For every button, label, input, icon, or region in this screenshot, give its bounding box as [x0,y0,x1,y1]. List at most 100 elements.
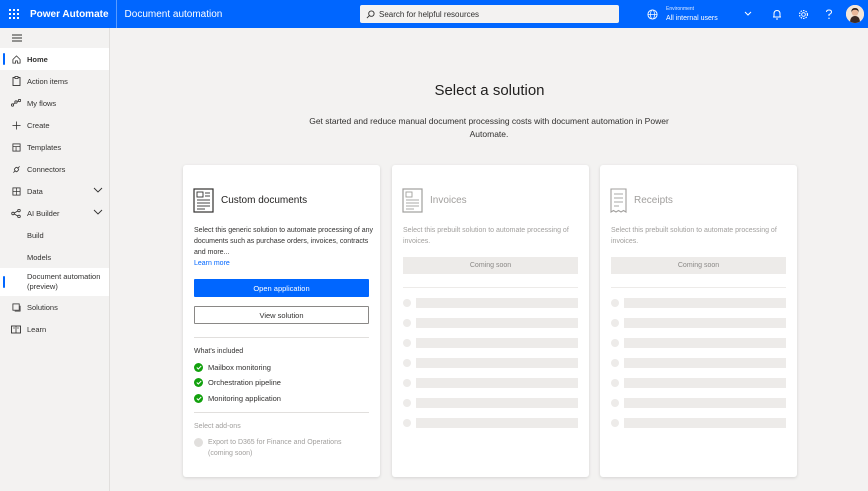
divider [403,287,578,288]
sidebar-item-data[interactable]: Data [0,180,109,202]
skeleton-row [403,398,578,408]
included-item-label: Mailbox monitoring [208,363,271,372]
sidebar-item-models[interactable]: Models [0,246,109,268]
view-solution-button[interactable]: View solution [194,306,369,324]
sidebar-item-label: Data [27,186,43,196]
chevron-down-icon [93,187,103,193]
card-description: Select this generic solution to automate… [194,225,374,269]
app-launcher-button[interactable] [0,0,28,28]
collapse-nav-button[interactable] [0,28,109,48]
search-icon [366,9,375,18]
skeleton-row [611,378,786,388]
notifications-button[interactable] [764,0,790,28]
environment-value: All internal users [666,15,718,22]
sidebar-item-templates[interactable]: Templates [0,136,109,158]
sidebar-item-create[interactable]: Create [0,114,109,136]
sidebar-item-my-flows[interactable]: My flows [0,92,109,114]
document-icon [193,188,214,213]
skeleton-row [403,298,578,308]
solutions-icon [11,302,21,312]
top-bar: Power Automate Document automation Searc… [0,0,868,28]
learn-more-link[interactable]: Learn more [194,260,230,267]
sidebar-item-label: My flows [27,98,57,108]
sidebar-item-learn[interactable]: Learn [0,318,109,340]
invoice-icon [402,188,423,213]
skeleton-row [611,398,786,408]
receipt-icon [610,188,627,213]
coming-soon-badge: Coming soon [403,257,578,274]
main-content: Select a solution Get started and reduce… [111,28,868,491]
skeleton-row [403,338,578,348]
disabled-checkbox-icon [194,438,203,447]
chevron-down-icon [93,209,103,215]
avatar[interactable] [846,5,864,23]
skeleton-row [403,418,578,428]
skeleton-row [611,338,786,348]
included-item: Mailbox monitoring [194,363,271,372]
sidebar-item-action-items[interactable]: Action items [0,70,109,92]
chevron-down-icon [744,11,752,16]
waffle-icon [9,9,19,19]
divider [194,412,369,413]
app-name[interactable]: Power Automate [30,9,109,20]
divider [611,287,786,288]
environment-label: Environment [666,6,695,12]
sidebar-item-document-automation[interactable]: Document automation (preview) [0,268,109,296]
environment-picker[interactable]: Environment All internal users [637,0,760,28]
sidebar-item-label: Action items [27,76,68,86]
included-item-label: Monitoring application [208,394,281,403]
card-title: Receipts [634,195,673,206]
sidebar-item-connectors[interactable]: Connectors [0,158,109,180]
card-description: Select this prebuilt solution to automat… [403,227,569,245]
included-item: Orchestration pipeline [194,378,281,387]
included-item-label: Orchestration pipeline [208,378,281,387]
sidebar-item-label: AI Builder [27,208,60,218]
active-indicator [3,276,5,288]
custom-documents-card: Custom documents Select this generic sol… [183,165,380,477]
sidebar-item-label: Connectors [27,164,66,174]
user-avatar-icon [846,5,864,23]
sidebar: Home Action items My flows Create Templa… [0,28,110,491]
templates-icon [11,142,21,152]
help-button[interactable] [816,0,842,28]
sidebar-item-label: Create [27,120,50,130]
skeleton-row [611,358,786,368]
invoices-card: Invoices Select this prebuilt solution t… [392,165,589,477]
included-item: Monitoring application [194,394,281,403]
header-divider [115,0,117,28]
sidebar-item-label: Templates [27,142,62,152]
active-indicator [3,53,5,65]
sidebar-item-label: Build [27,230,44,240]
addon-option: Export to D365 for Finance and Operation… [194,437,368,459]
clipboard-icon [12,76,20,86]
page-title: Select a solution [434,82,545,99]
connector-icon [12,165,20,173]
search-input[interactable]: Search for helpful resources [360,5,619,23]
bell-icon [773,9,781,19]
sidebar-item-ai-builder[interactable]: AI Builder [0,202,109,224]
sidebar-item-build[interactable]: Build [0,224,109,246]
settings-button[interactable] [790,0,816,28]
plus-icon [11,120,21,130]
hamburger-icon [12,34,22,42]
page-subtitle: Get started and reduce manual document p… [309,116,669,139]
search-placeholder: Search for helpful resources [379,9,480,19]
ai-builder-icon [11,208,21,218]
sidebar-item-label: Home [27,54,48,64]
addon-label: Export to D365 for Finance and Operation… [208,439,342,457]
whats-included-label: What's included [194,348,244,355]
skeleton-row [611,418,786,428]
sidebar-item-solutions[interactable]: Solutions [0,296,109,318]
sidebar-item-label: Document automation [27,272,101,281]
open-application-button[interactable]: Open application [194,279,369,297]
help-icon [826,8,833,19]
skeleton-row [403,318,578,328]
coming-soon-badge: Coming soon [611,257,786,274]
sidebar-item-label-suffix: (preview) [27,282,58,291]
divider [194,337,369,338]
card-description-text: Select this generic solution to automate… [194,227,373,256]
skeleton-row [403,358,578,368]
sidebar-item-label: Models [27,252,52,262]
sidebar-item-home[interactable]: Home [0,48,109,70]
card-title: Custom documents [221,195,308,206]
